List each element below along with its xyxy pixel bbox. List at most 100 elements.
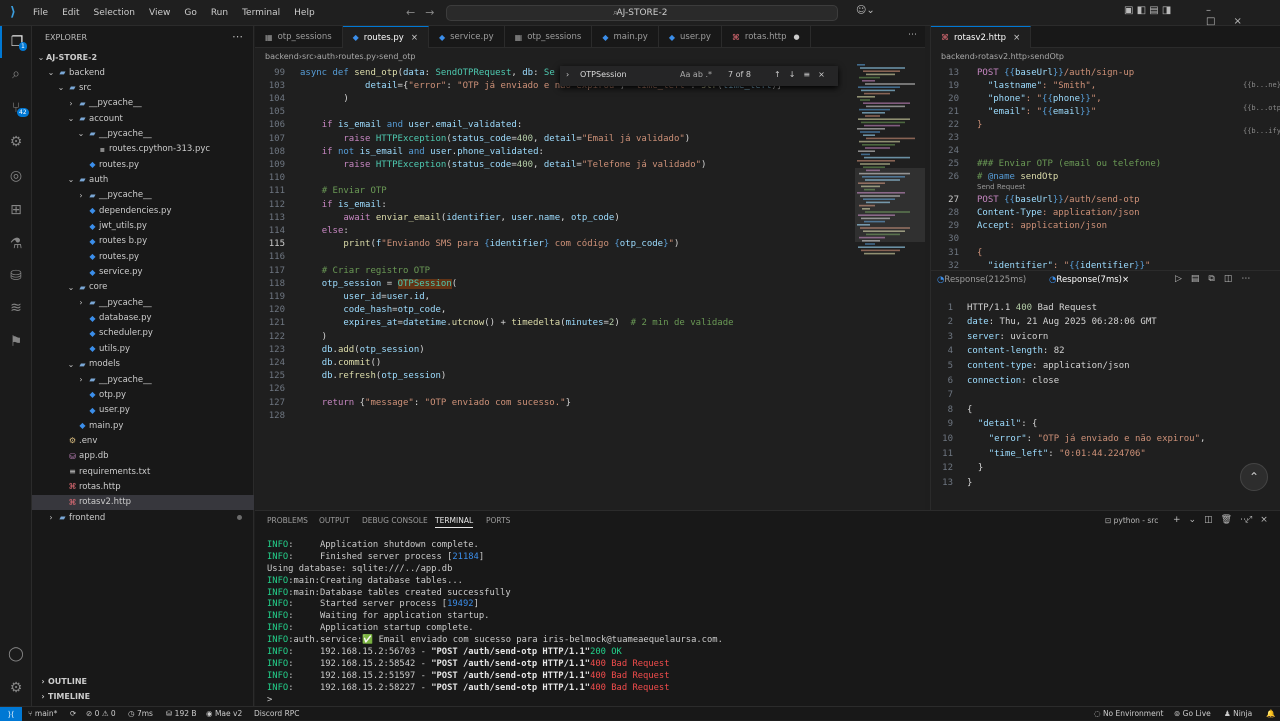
code-line[interactable]: 24 (931, 144, 977, 157)
menu-selection[interactable]: Selection (87, 8, 142, 18)
code-line[interactable]: 7 (931, 389, 967, 402)
file-item[interactable]: ⚙ .env (32, 433, 254, 448)
copilot-icon[interactable]: ☺⌄ (856, 5, 875, 16)
folder-item[interactable]: ⌄ ▰ __pycache__ (32, 126, 254, 141)
code-line[interactable]: 108 if not is_email and user.phone_valid… (255, 145, 544, 158)
send-request-codelens[interactable]: Send Request (977, 183, 1025, 191)
file-item[interactable]: ◆ otp.py (32, 387, 254, 402)
breadcrumb-item[interactable]: backend (941, 52, 975, 61)
code-line[interactable]: 114 else: (255, 224, 349, 237)
code-line[interactable]: 23 (931, 131, 977, 144)
tab-rotasv2[interactable]: ⌘ rotasv2.http × (931, 26, 1032, 48)
tab-service-py[interactable]: ◆ service.py (429, 26, 505, 48)
code-line[interactable]: 30 (931, 232, 977, 245)
code-line[interactable]: 1 HTTP/1.1 400 Bad Request (931, 301, 1097, 314)
menu-file[interactable]: File (26, 8, 55, 18)
menu-help[interactable]: Help (287, 8, 322, 18)
file-item[interactable]: ◆ routes b.py (32, 234, 254, 249)
code-line[interactable]: 5 content-type: application/json (931, 359, 1130, 372)
file-item[interactable]: ≡ requirements.txt (32, 464, 254, 479)
folder-item[interactable]: › ▰ __pycache__ (32, 295, 254, 310)
code-line[interactable]: 118 otp_session = OTPSession( (255, 277, 457, 290)
breadcrumb-item[interactable]: backend (265, 52, 299, 61)
remote-icon[interactable]: ◎ (0, 160, 32, 192)
remote-indicator-icon[interactable]: ⟩⟨ (0, 707, 22, 721)
account-icon[interactable]: ◯ (0, 638, 32, 670)
tab-response[interactable]: ◔ Response(7ms) × (1049, 271, 1129, 289)
menu-view[interactable]: View (142, 8, 177, 18)
code-line[interactable]: 99 async def send_otp(data: SendOTPReques… (255, 66, 555, 79)
problems-indicator[interactable]: ⊘ 0 ⚠ 0 (86, 709, 116, 718)
code-line[interactable]: 26 # @name sendOtp (931, 170, 1058, 183)
ninja-indicator[interactable]: ♟ Ninja (1224, 709, 1252, 718)
folder-item[interactable]: ⌄ ▰ src (32, 80, 254, 95)
code-line[interactable]: 113 await enviar_email(identifier, user.… (255, 211, 620, 224)
code-line[interactable]: 123 db.add(otp_session) (255, 343, 425, 356)
file-item[interactable]: ◆ service.py (32, 265, 254, 280)
menu-go[interactable]: Go (177, 8, 203, 18)
code-line[interactable]: 19 "lastname": "Smith", (931, 79, 1096, 92)
code-line[interactable]: 116 (255, 251, 300, 264)
command-center[interactable]: ⌕ AJ-STORE-2 (446, 5, 838, 21)
folder-item[interactable]: › ▰ __pycache__ (32, 188, 254, 203)
breadcrumb-item[interactable]: routes.py (338, 52, 376, 61)
code-line[interactable]: 109 raise HTTPException(status_code=400,… (255, 158, 707, 171)
find-nav-icons[interactable]: ↑↓≡× (774, 70, 833, 79)
code-line[interactable]: 4 content-length: 82 (931, 345, 1065, 358)
response-actions[interactable]: ▷▤⧉◫⋯ (1175, 274, 1259, 284)
code-line[interactable]: 22} (931, 118, 982, 131)
folder-item[interactable]: ⌄ ▰ backend (32, 65, 254, 80)
folder-item[interactable]: › ▰ __pycache__ (32, 96, 254, 111)
code-line[interactable]: 115 print(f"Enviando SMS para {identifie… (255, 238, 680, 251)
source-control-icon[interactable]: ⑂ 42 (0, 92, 32, 124)
close-icon[interactable]: × (1013, 33, 1020, 43)
find-input[interactable]: OTPSession (580, 70, 627, 79)
file-item[interactable]: ◆ routes.py (32, 157, 254, 172)
bookmark-icon[interactable]: ⚑ (0, 326, 32, 358)
panel-window-controls[interactable]: ⤢× (1245, 515, 1276, 525)
workspace-root[interactable]: ⌄ AJ-STORE-2 (32, 50, 254, 65)
tab-debug-console[interactable]: DEBUG CONSOLE (362, 516, 428, 525)
database-icon[interactable]: ⛁ (0, 260, 32, 292)
code-line[interactable]: 119 user_id=user.id, (255, 290, 430, 303)
layout-toggle-icons[interactable]: ▣ ◧ ▤ ◨ (1124, 5, 1171, 16)
explorer-icon[interactable]: ❐ 1 (0, 26, 32, 58)
code-line[interactable]: 112 if is_email: (255, 198, 387, 211)
file-item[interactable]: ⛁ app.db (32, 449, 254, 464)
file-item[interactable]: ◆ user.py (32, 403, 254, 418)
minimap[interactable] (855, 64, 925, 264)
file-item[interactable]: ⌘ rotasv2.http (32, 494, 254, 510)
code-line[interactable]: 12 } (931, 462, 983, 475)
testing-icon[interactable]: ⚗ (0, 228, 32, 260)
file-item[interactable]: ◆ utils.py (32, 341, 254, 356)
tab-main-py[interactable]: ◆ main.py (592, 26, 659, 48)
code-line[interactable]: 111 # Enviar OTP (255, 185, 387, 198)
debug-icon[interactable]: ⚙ (0, 126, 32, 158)
code-line[interactable]: 29 Accept: application/json (931, 219, 1107, 232)
code-line[interactable]: 13} (931, 476, 972, 489)
breadcrumb-item[interactable]: auth (317, 52, 335, 61)
file-item[interactable]: ◆ dependencies.py (32, 203, 254, 218)
file-item[interactable]: ◆ scheduler.py (32, 326, 254, 341)
folder-item[interactable]: ⌄ ▰ account (32, 111, 254, 126)
code-line[interactable]: 8{ (931, 403, 973, 416)
folder-item[interactable]: ⌄ ▰ auth (32, 172, 254, 187)
search-icon[interactable]: ⌕ (0, 58, 32, 90)
tab-rotas-http[interactable]: ⌘ rotas.http ● (722, 26, 811, 48)
folder-item[interactable]: ⌄ ▰ core (32, 280, 254, 295)
code-line[interactable]: 121 expires_at=datetime.utcnow() + timed… (255, 317, 734, 330)
code-line[interactable]: 11 "time_left": "0:01:44.224706" (931, 447, 1146, 460)
outline-section[interactable]: › OUTLINE (32, 674, 254, 689)
window-controls[interactable]: –□× (1206, 5, 1280, 27)
code-line[interactable]: 117 # Criar registro OTP (255, 264, 430, 277)
timeline-section[interactable]: › TIMELINE (32, 689, 254, 704)
file-item[interactable]: ◆ main.py (32, 418, 254, 433)
more-actions-icon[interactable]: ⋯ (232, 30, 243, 43)
code-line[interactable]: 20 "phone": "{{phone}}", (931, 92, 1102, 105)
extensions-icon[interactable]: ⊞ (0, 194, 32, 226)
menu-run[interactable]: Run (204, 8, 235, 18)
scroll-to-top-button[interactable]: ⌃ (1240, 463, 1268, 491)
code-line[interactable]: 10 "error": "OTP já enviado e não expiro… (931, 432, 1205, 445)
file-item[interactable]: ▪ routes.cpython-313.pyc (32, 142, 254, 157)
find-options[interactable]: Aa ab .* (680, 70, 712, 79)
